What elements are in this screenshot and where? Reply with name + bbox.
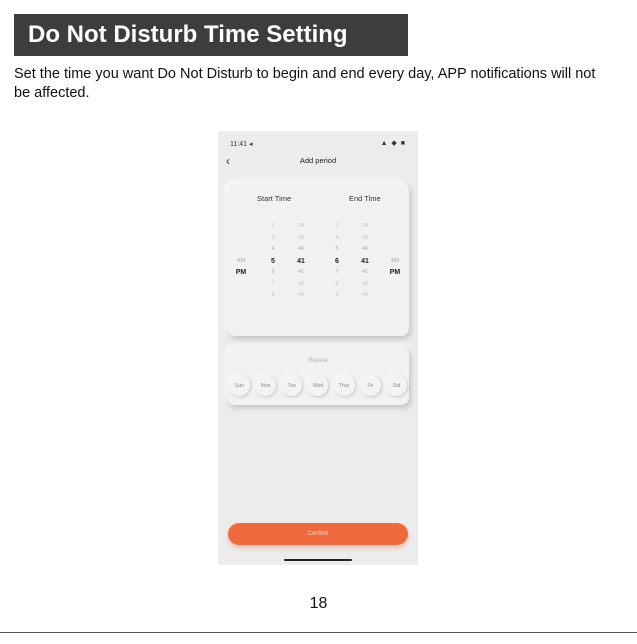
end-ampm-wheel[interactable]: ···AMPM··· bbox=[385, 221, 405, 313]
home-indicator bbox=[284, 559, 352, 561]
repeat-card: Repeat Sun Mon Tue Wed Thur Fri Sat bbox=[227, 348, 409, 405]
wheel-option[interactable]: 3 bbox=[263, 233, 283, 245]
wheel-option[interactable]: 5 bbox=[263, 256, 283, 268]
wheel-option[interactable]: 5 bbox=[327, 244, 347, 256]
wheel-option[interactable]: AM bbox=[231, 256, 251, 268]
nav-bar: ‹ Add period bbox=[218, 153, 418, 173]
repeat-label: Repeat bbox=[308, 358, 328, 364]
wheel-option[interactable]: 39 bbox=[291, 233, 311, 245]
repeat-days: Sun Mon Tue Wed Thur Fri Sat bbox=[229, 375, 407, 396]
bottom-divider bbox=[0, 632, 637, 633]
day-fri[interactable]: Fri bbox=[359, 375, 381, 396]
wheel-option[interactable]: 2 bbox=[263, 221, 283, 233]
wheel-option[interactable]: 44 bbox=[291, 290, 311, 302]
start-ampm-wheel[interactable]: ···AMPM··· bbox=[231, 221, 251, 313]
wheel-option[interactable]: 7 bbox=[327, 267, 347, 279]
status-bar: 11:41 ◂ ▲ ◆ ■ bbox=[218, 131, 418, 151]
wheel-option[interactable]: 40 bbox=[355, 244, 375, 256]
day-mon[interactable]: Mon bbox=[255, 375, 277, 396]
wheel-option[interactable]: 3 bbox=[327, 221, 347, 233]
wheel-option[interactable]: 43 bbox=[355, 279, 375, 291]
confirm-button[interactable]: Confirm bbox=[228, 523, 408, 545]
day-wed[interactable]: Wed bbox=[307, 375, 329, 396]
wheel-option[interactable]: 43 bbox=[291, 279, 311, 291]
wheel-option[interactable]: 6 bbox=[327, 256, 347, 268]
wheel-option[interactable]: PM bbox=[231, 267, 251, 279]
section-heading: Do Not Disturb Time Setting bbox=[14, 14, 408, 56]
time-picker-card: Start Time End Time ···AMPM··· 2345678 3… bbox=[227, 183, 409, 336]
wheel-option[interactable]: 4 bbox=[327, 233, 347, 245]
wheel-option[interactable]: 38 bbox=[291, 221, 311, 233]
start-hour-wheel[interactable]: 2345678 bbox=[263, 221, 283, 302]
wheel-option[interactable]: 42 bbox=[355, 267, 375, 279]
intro-text: Set the time you want Do Not Disturb to … bbox=[14, 66, 596, 101]
status-time: 11:41 ◂ bbox=[230, 141, 253, 148]
wheel-option[interactable]: 39 bbox=[355, 233, 375, 245]
wheel-option[interactable]: 4 bbox=[263, 244, 283, 256]
nav-title: Add period bbox=[299, 156, 337, 165]
wheel-option[interactable]: AM bbox=[385, 256, 405, 268]
day-thur[interactable]: Thur bbox=[333, 375, 355, 396]
phone-screenshot: 11:41 ◂ ▲ ◆ ■ ‹ Add period Start Time En… bbox=[218, 131, 418, 565]
wheel-option[interactable]: 8 bbox=[327, 279, 347, 291]
start-time-label: Start Time bbox=[257, 194, 292, 203]
wheel-option[interactable]: PM bbox=[385, 267, 405, 279]
wheel-option[interactable]: 9 bbox=[327, 290, 347, 302]
status-icons: ▲ ◆ ■ bbox=[380, 140, 406, 147]
day-sat[interactable]: Sat bbox=[385, 375, 407, 396]
wheel-option[interactable]: 41 bbox=[355, 256, 375, 268]
end-hour-wheel[interactable]: 3456789 bbox=[327, 221, 347, 302]
end-minute-wheel[interactable]: 38 39 40 41 42 43 44 bbox=[355, 221, 375, 302]
day-tue[interactable]: Tue bbox=[281, 375, 303, 396]
wheel-option[interactable]: 6 bbox=[263, 267, 283, 279]
wheel-option[interactable]: 8 bbox=[263, 290, 283, 302]
wheel-option[interactable]: 42 bbox=[291, 267, 311, 279]
wheel-option[interactable]: 40 bbox=[291, 244, 311, 256]
wheel-option[interactable]: 7 bbox=[263, 279, 283, 291]
wheel-option[interactable]: 38 bbox=[355, 221, 375, 233]
page-number: 18 bbox=[309, 595, 328, 612]
day-sun[interactable]: Sun bbox=[229, 375, 250, 396]
wheel-option[interactable]: 41 bbox=[291, 256, 311, 268]
wheel-option[interactable]: 44 bbox=[355, 290, 375, 302]
end-time-label: End Time bbox=[349, 194, 381, 203]
start-minute-wheel[interactable]: 38 39 40 41 42 43 44 bbox=[291, 221, 311, 302]
